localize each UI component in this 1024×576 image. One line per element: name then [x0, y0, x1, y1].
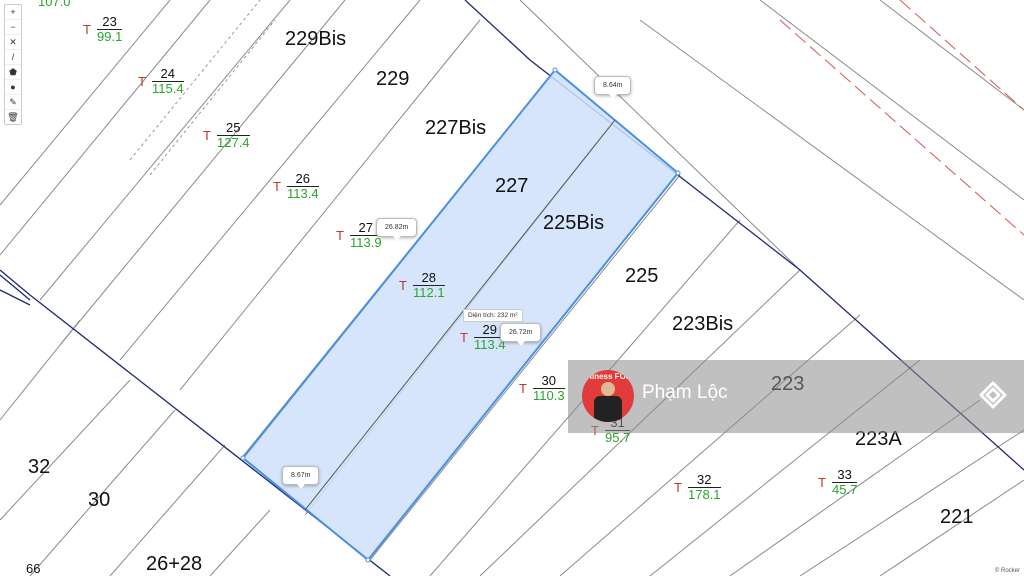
parcel-number: 26 [287, 172, 319, 187]
brand-logo-icon [979, 381, 1007, 409]
parcel-area: 107.0 [38, 0, 71, 9]
parcel-area: 99.1 [97, 29, 123, 44]
parcel-label[interactable]: T 33 45.7 [818, 468, 858, 497]
plot-label: 221 [940, 506, 974, 528]
parcel-label[interactable]: T 26 113.4 [273, 172, 319, 201]
avatar-badge-text: Ullness FOR [584, 372, 632, 381]
map-credit: © Rocker [994, 568, 1020, 574]
edge-length-tooltip: 26.82m [376, 218, 418, 241]
parcel-label[interactable]: T 30 110.3 [519, 374, 565, 403]
plot-label: 225 [625, 265, 659, 287]
parcel-label[interactable]: T 23 99.1 [83, 15, 123, 44]
parcel-prefix: T [273, 179, 281, 194]
parcel-area: 113.9 [350, 235, 382, 250]
parcel-label[interactable]: T 28 112.1 [399, 271, 445, 300]
delete-button[interactable]: 🗑 [5, 110, 21, 124]
edit-button[interactable]: ✎ [5, 95, 21, 110]
parcel-number: 33 [832, 468, 858, 483]
area-tooltip: Diện tích: 232 m² [463, 309, 523, 322]
parcel-number: 25 [217, 121, 250, 136]
parcel-label[interactable]: T 24 115.4 [138, 67, 184, 96]
parcel-prefix: T [203, 128, 211, 143]
parcel-label[interactable]: T 32 178.1 [674, 473, 721, 502]
plot-label: 223Bis [672, 313, 734, 335]
edge-length-tooltip: 8.67m [282, 466, 320, 489]
map-toolbar: + − ✕ / ⬟ ● ✎ 🗑 [4, 4, 22, 125]
agent-banner[interactable]: Ullness FOR Phạm Lộc [568, 360, 1024, 433]
draw-polygon-button[interactable]: ⬟ [5, 65, 21, 80]
plot-label: 30 [88, 489, 111, 511]
parcel-prefix: T [519, 381, 527, 396]
parcel-prefix: T [674, 480, 682, 495]
plot-label: 227 [495, 175, 529, 197]
red-dashed-lines [779, 0, 1024, 236]
parcel-prefix: T [399, 278, 407, 293]
parcel-prefix: T [818, 475, 826, 490]
edge-length-tooltip: 26.72m [500, 323, 542, 346]
plot-label: 229Bis [285, 28, 347, 50]
parcel-number: 23 [97, 15, 123, 30]
parcel-label[interactable]: 66 [24, 562, 42, 576]
parcel-number: 30 [533, 374, 565, 389]
plot-label: 26+28 [146, 553, 203, 575]
parcel-prefix: T [83, 22, 91, 37]
parcel-number: 28 [413, 271, 445, 286]
fullscreen-button[interactable]: ✕ [5, 35, 21, 50]
marker-button[interactable]: ● [5, 80, 21, 95]
parcel-number: 66 [26, 561, 41, 576]
parcel-area: 45.7 [832, 482, 858, 497]
plot-label: 227Bis [425, 117, 487, 139]
parcel-area: 115.4 [152, 81, 184, 96]
zoom-in-button[interactable]: + [5, 5, 21, 20]
avatar: Ullness FOR [582, 370, 634, 422]
plot-label: 229 [376, 68, 410, 90]
parcel-prefix: T [460, 330, 468, 345]
parcel-area: 110.3 [533, 388, 565, 403]
plot-label: 32 [28, 456, 51, 478]
parcel-prefix: T [336, 228, 344, 243]
parcel-area: 178.1 [688, 487, 721, 502]
edge-length-tooltip: 8.64m [594, 76, 632, 99]
zoom-out-button[interactable]: − [5, 20, 21, 35]
parcel-label[interactable]: 107.0 [38, 0, 71, 9]
parcel-number: 24 [152, 67, 184, 82]
draw-line-button[interactable]: / [5, 50, 21, 65]
parcel-label[interactable]: T 25 127.4 [203, 121, 250, 150]
parcel-number: 32 [688, 473, 721, 488]
parcel-area: 112.1 [413, 285, 445, 300]
plot-label: 225Bis [543, 212, 605, 234]
parcel-area: 95.7 [605, 430, 631, 445]
parcel-area: 113.4 [287, 186, 319, 201]
parcel-prefix: T [138, 74, 146, 89]
agent-name: Phạm Lộc [642, 382, 728, 403]
parcel-area: 127.4 [217, 135, 250, 150]
